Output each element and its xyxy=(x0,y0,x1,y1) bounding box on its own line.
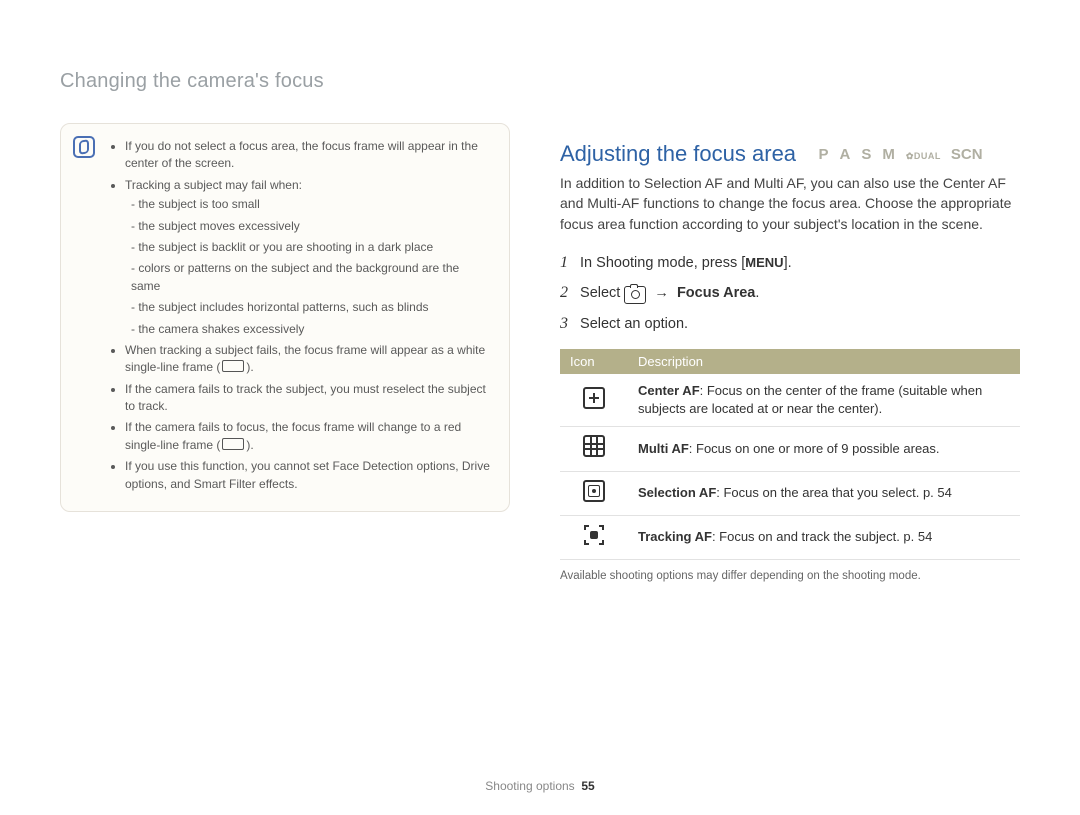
mode-m-icon: M xyxy=(882,146,896,163)
tracking-af-icon xyxy=(560,515,628,559)
multi-af-icon xyxy=(560,427,628,471)
step-bold: Focus Area xyxy=(677,285,755,301)
note-icon xyxy=(73,136,95,158)
mode-p-icon: P xyxy=(819,146,830,163)
th-desc: Description xyxy=(628,349,1020,374)
note-icon-inner xyxy=(79,139,89,155)
footnote: Available shooting options may differ de… xyxy=(560,570,1020,582)
row-text: : Focus on the area that you select. p. … xyxy=(716,485,952,500)
row-desc: Selection AF: Focus on the area that you… xyxy=(628,471,1020,515)
row-title: Center AF xyxy=(638,383,700,398)
mode-a-icon: A xyxy=(840,146,852,163)
table-row: Tracking AF: Focus on and track the subj… xyxy=(560,515,1020,559)
menu-button-label: MENU xyxy=(745,255,783,270)
left-column: If you do not select a focus area, the f… xyxy=(60,123,510,512)
note-subitem: the subject is too small xyxy=(131,196,491,213)
manual-page: Changing the camera's focus If you do no… xyxy=(0,0,1080,815)
heading-title: Adjusting the focus area xyxy=(560,141,796,166)
right-column: Adjusting the focus area P A S M ✿DUAL S… xyxy=(560,123,1020,582)
step-text: Select xyxy=(580,285,624,301)
note-sublist: the subject is too small the subject mov… xyxy=(125,196,491,338)
note-subitem: the subject includes horizontal patterns… xyxy=(131,299,491,316)
note-item: When tracking a subject fails, the focus… xyxy=(125,342,491,377)
table-header-row: Icon Description xyxy=(560,349,1020,374)
options-table: Icon Description Center AF: Focus on the… xyxy=(560,349,1020,560)
row-title: Multi AF xyxy=(638,441,689,456)
step-number: 3 xyxy=(560,309,576,339)
step-text: In Shooting mode, press [ xyxy=(580,255,745,271)
step-1: 1 In Shooting mode, press [MENU]. xyxy=(560,248,1020,278)
table-row: Center AF: Focus on the center of the fr… xyxy=(560,374,1020,427)
section-heading: Adjusting the focus area P A S M ✿DUAL S… xyxy=(560,141,1020,167)
camera-icon xyxy=(624,286,646,304)
row-desc: Multi AF: Focus on one or more of 9 poss… xyxy=(628,427,1020,471)
th-icon: Icon xyxy=(560,349,628,374)
step-text: ]. xyxy=(784,255,792,271)
frame-icon xyxy=(222,438,244,450)
note-box: If you do not select a focus area, the f… xyxy=(60,123,510,512)
note-subitem: the camera shakes excessively xyxy=(131,321,491,338)
frame-icon xyxy=(222,360,244,372)
row-text: : Focus on one or more of 9 possible are… xyxy=(689,441,940,456)
row-title: Tracking AF xyxy=(638,529,712,544)
row-desc: Center AF: Focus on the center of the fr… xyxy=(628,374,1020,427)
arrow-icon: → xyxy=(654,285,669,301)
row-text: : Focus on and track the subject. p. 54 xyxy=(712,529,932,544)
selection-af-icon xyxy=(560,471,628,515)
footer-section: Shooting options xyxy=(485,779,574,793)
mode-scn-icon: SCN xyxy=(951,146,983,163)
table-row: Selection AF: Focus on the area that you… xyxy=(560,471,1020,515)
breadcrumb: Changing the camera's focus xyxy=(60,70,1020,93)
note-item: If you use this function, you cannot set… xyxy=(125,458,491,493)
step-number: 2 xyxy=(560,278,576,308)
step-number: 1 xyxy=(560,248,576,278)
note-item: If you do not select a focus area, the f… xyxy=(125,138,491,173)
step-2: 2 Select → Focus Area. xyxy=(560,278,1020,308)
note-subitem: colors or patterns on the subject and th… xyxy=(131,260,491,295)
row-desc: Tracking AF: Focus on and track the subj… xyxy=(628,515,1020,559)
table-row: Multi AF: Focus on one or more of 9 poss… xyxy=(560,427,1020,471)
intro-text: In addition to Selection AF and Multi AF… xyxy=(560,173,1020,234)
row-title: Selection AF xyxy=(638,485,716,500)
step-text: Select an option. xyxy=(580,316,688,332)
mode-s-icon: S xyxy=(861,146,872,163)
page-footer: Shooting options 55 xyxy=(0,779,1080,793)
note-item: If the camera fails to track the subject… xyxy=(125,381,491,416)
step-text: . xyxy=(755,285,759,301)
mode-dual-icon: ✿DUAL xyxy=(906,151,941,162)
note-subitem: the subject is backlit or you are shooti… xyxy=(131,239,491,256)
content-columns: If you do not select a focus area, the f… xyxy=(60,123,1020,582)
note-list: If you do not select a focus area, the f… xyxy=(113,138,491,493)
note-item: Tracking a subject may fail when: the su… xyxy=(125,177,491,338)
steps-list: 1 In Shooting mode, press [MENU]. 2 Sele… xyxy=(560,248,1020,339)
page-number: 55 xyxy=(581,779,594,793)
note-subitem: the subject moves excessively xyxy=(131,218,491,235)
mode-icons: P A S M ✿DUAL SCN xyxy=(819,146,983,163)
note-item-text: Tracking a subject may fail when: xyxy=(125,178,302,192)
center-af-icon xyxy=(560,374,628,427)
step-3: 3 Select an option. xyxy=(560,309,1020,339)
note-item: If the camera fails to focus, the focus … xyxy=(125,419,491,454)
